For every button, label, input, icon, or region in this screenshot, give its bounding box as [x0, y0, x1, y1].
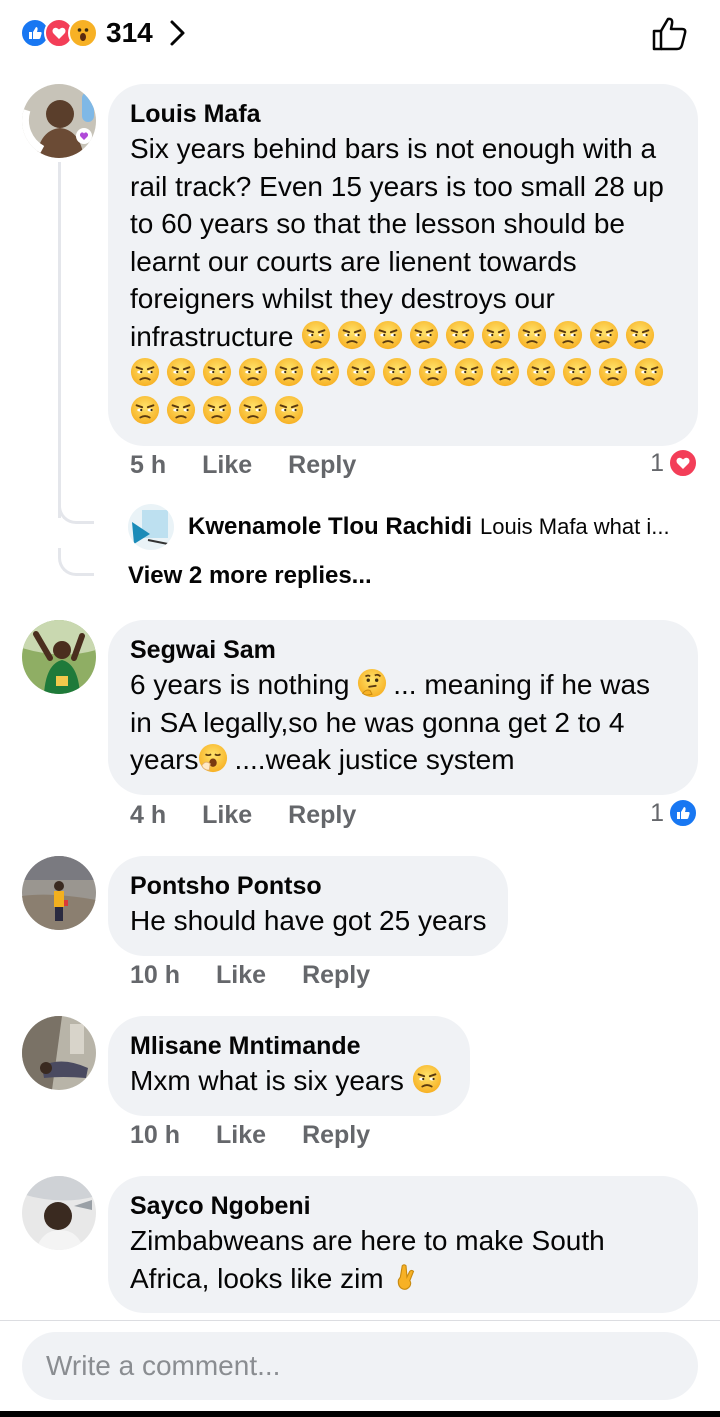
unamused-face-icon — [526, 357, 556, 387]
thread-connector — [58, 548, 94, 576]
comment-actions: 5 h Like Reply — [130, 448, 392, 482]
unamused-face-icon — [490, 357, 520, 387]
comment-text: Mxm what is six years — [130, 1062, 448, 1100]
reply-author[interactable]: Kwenamole Tlou Rachidi — [188, 513, 472, 541]
comment-time: 5 h — [130, 450, 167, 479]
unamused-face-icon — [130, 357, 160, 387]
reply-text: Louis Mafa what i... — [480, 514, 670, 539]
comment-bubble[interactable]: Segwai Sam 6 years is nothing ... meanin… — [108, 620, 698, 795]
comment-time: 10 h — [130, 960, 181, 989]
reply-button[interactable]: Reply — [302, 1121, 370, 1150]
unamused-face-icon — [454, 357, 484, 387]
comment-actions: 4 h Like Reply — [130, 798, 392, 832]
crossed-fingers-icon — [391, 1262, 421, 1292]
reply-button[interactable]: Reply — [288, 451, 356, 480]
unamused-face-icon — [238, 357, 268, 387]
avatar-pontsho-pontso[interactable] — [22, 856, 96, 930]
avatar-mlisane-mntimande[interactable] — [22, 1016, 96, 1090]
comment-time: 10 h — [130, 1120, 181, 1149]
comment-input[interactable]: Write a comment... — [22, 1332, 698, 1400]
unamused-face-icon — [274, 357, 304, 387]
like-button[interactable]: Like — [216, 1121, 266, 1150]
comment-author[interactable]: Pontsho Pontso — [130, 870, 486, 902]
unamused-face-icon — [130, 395, 160, 425]
avatar-kwenamole — [128, 504, 174, 550]
composer-divider — [0, 1320, 720, 1321]
unamused-face-icon — [589, 320, 619, 350]
unamused-face-icon — [445, 320, 475, 350]
unamused-face-icon — [202, 357, 232, 387]
comment-bubble[interactable]: Mlisane Mntimande Mxm what is six years — [108, 1016, 470, 1116]
yawning-face-icon — [198, 743, 228, 773]
avatar-segwai-sam[interactable] — [22, 620, 96, 694]
unamused-face-icon — [238, 395, 268, 425]
love-reaction-icon — [668, 448, 698, 478]
unamused-face-icon — [409, 320, 439, 350]
unamused-face-icon — [166, 395, 196, 425]
like-button[interactable]: Like — [202, 801, 252, 830]
comment-author[interactable]: Louis Mafa — [130, 98, 676, 130]
unamused-face-icon — [598, 357, 628, 387]
reply-button[interactable]: Reply — [302, 961, 370, 990]
comment-author[interactable]: Segwai Sam — [130, 634, 676, 666]
comment-text: Six years behind bars is not enough with… — [130, 130, 676, 430]
unamused-face-icon — [634, 357, 664, 387]
unamused-face-icon — [517, 320, 547, 350]
thumbs-up-icon — [652, 17, 687, 51]
comment-text: Zimbabweans are here to make South Afric… — [130, 1225, 605, 1294]
comment-time: 4 h — [130, 800, 167, 829]
unamused-face-icon — [301, 320, 331, 350]
unamused-face-icon — [346, 357, 376, 387]
chevron-right-icon[interactable] — [169, 19, 187, 47]
unamused-face-icon — [166, 357, 196, 387]
unamused-face-icon — [625, 320, 655, 350]
unamused-face-icon — [310, 357, 340, 387]
view-more-replies[interactable]: View 2 more replies... — [128, 562, 372, 590]
comment-text: He should have got 25 years — [130, 905, 487, 936]
unamused-face-icon — [373, 320, 403, 350]
comment-reaction-count[interactable]: 1 — [650, 798, 698, 828]
comment-text: 6 years is nothing ... meaning if he was… — [130, 668, 651, 775]
comment-bubble[interactable]: Pontsho Pontso He should have got 25 yea… — [108, 856, 509, 956]
comment-actions: 10 h Like Reply — [130, 958, 406, 992]
comment-input-placeholder: Write a comment... — [46, 1350, 281, 1381]
unamused-face-icon — [481, 320, 511, 350]
unamused-face-icon — [202, 395, 232, 425]
unamused-face-icon — [412, 1064, 442, 1094]
unamused-face-icon — [418, 357, 448, 387]
avatar-louis-mafa[interactable] — [22, 84, 96, 158]
thread-line — [58, 162, 61, 518]
wow-reaction-icon — [68, 18, 98, 48]
comment-bubble[interactable]: Louis Mafa Six years behind bars is not … — [108, 84, 698, 446]
avatar-sayco-ngobeni[interactable] — [22, 1176, 96, 1250]
comment-reaction-count[interactable]: 1 — [650, 448, 698, 478]
comment-bubble[interactable]: Sayco Ngobeni Zimbabweans are here to ma… — [108, 1176, 698, 1313]
unamused-face-icon — [382, 357, 412, 387]
thinking-face-icon — [357, 668, 387, 698]
reply-button[interactable]: Reply — [288, 801, 356, 830]
reaction-summary[interactable]: 314 — [20, 14, 187, 52]
unamused-face-icon — [553, 320, 583, 350]
like-button[interactable]: Like — [202, 451, 252, 480]
unamused-face-icon — [274, 395, 304, 425]
comment-author[interactable]: Sayco Ngobeni — [130, 1190, 676, 1222]
like-post-button[interactable] — [648, 12, 692, 56]
reaction-count: 314 — [106, 17, 153, 48]
unamused-face-icon — [562, 357, 592, 387]
bottom-edge — [0, 1411, 720, 1417]
like-button[interactable]: Like — [216, 961, 266, 990]
comment-author[interactable]: Mlisane Mntimande — [130, 1030, 448, 1062]
reply-preview[interactable]: Kwenamole Tlou Rachidi Louis Mafa what i… — [128, 504, 698, 550]
thread-connector — [58, 500, 94, 524]
like-reaction-icon — [668, 798, 698, 828]
reactions-header: 314 — [0, 0, 720, 66]
comment-actions: 10 h Like Reply — [130, 1118, 406, 1152]
unamused-face-icon — [337, 320, 367, 350]
